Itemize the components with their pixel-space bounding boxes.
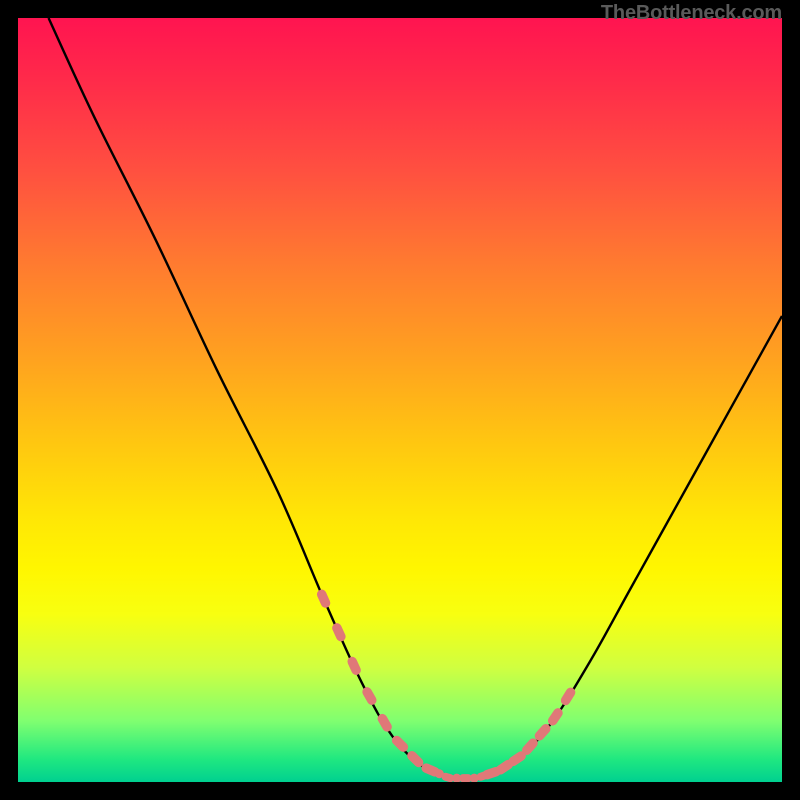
attribution-text: TheBottleneck.com — [601, 2, 782, 25]
plot-area — [18, 18, 782, 782]
marker-dash — [441, 772, 456, 782]
marker-dash — [331, 622, 348, 643]
marker-dash — [459, 774, 472, 782]
marker-dash — [423, 764, 438, 776]
marker-dot — [452, 774, 461, 782]
marker-dash — [507, 749, 528, 767]
marker-dash — [390, 734, 410, 754]
chart-container: TheBottleneck.com — [0, 0, 800, 800]
marker-dash — [559, 686, 577, 707]
marker-dash — [376, 712, 394, 733]
marker-dash — [533, 722, 553, 743]
marker-dash — [315, 588, 331, 609]
marker-dot — [470, 774, 479, 782]
chart-curve — [49, 18, 782, 779]
marker-dash — [546, 706, 564, 727]
marker-dash — [476, 770, 491, 782]
marker-dot — [435, 769, 444, 778]
marker-dash — [520, 736, 540, 757]
marker-dash — [494, 758, 515, 776]
marker-dash — [481, 766, 502, 781]
marker-dot — [487, 769, 496, 778]
data-markers — [315, 588, 577, 782]
marker-dash — [346, 655, 363, 676]
marker-dash — [361, 685, 379, 706]
marker-dash — [420, 762, 441, 778]
marker-dash — [405, 749, 425, 769]
chart-svg — [18, 18, 782, 782]
